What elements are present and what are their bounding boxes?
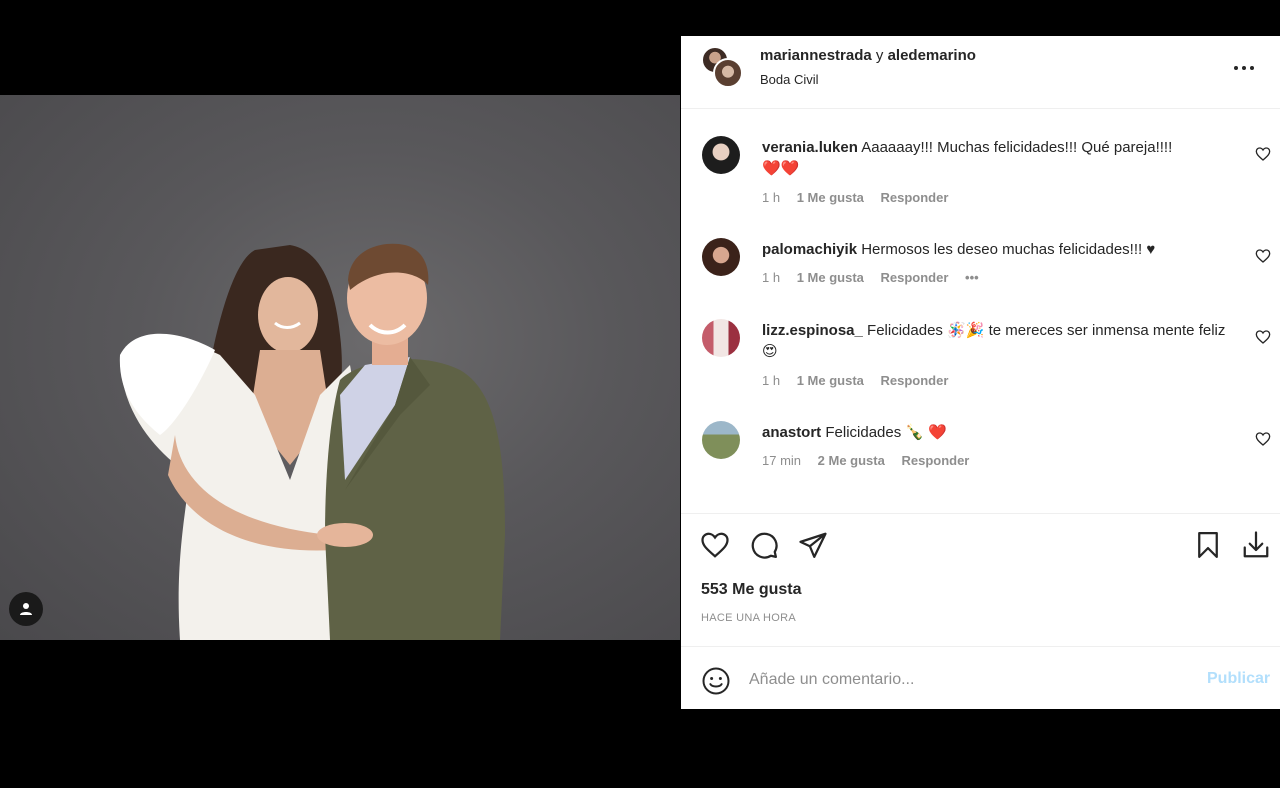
post-time[interactable]: HACE UNA HORA	[701, 612, 796, 624]
comment-username[interactable]: anastort	[762, 424, 821, 441]
heart-icon[interactable]	[1255, 329, 1271, 345]
tagged-user-button[interactable]	[9, 592, 43, 626]
publish-button[interactable]: Publicar	[1207, 670, 1270, 688]
post-location[interactable]: Boda Civil	[760, 72, 819, 87]
heart-icon	[701, 532, 729, 558]
comment-time[interactable]: 1 h	[762, 190, 780, 205]
avatar[interactable]	[702, 421, 740, 459]
comment-text: Aaaaaay!!! Muchas felicidades!!! Qué par…	[861, 139, 1173, 156]
save-button[interactable]	[1193, 530, 1223, 560]
user-icon	[20, 603, 32, 615]
heart-icon[interactable]	[1255, 431, 1271, 447]
comment-text-block: anastort Felicidades 🍾 ❤️	[762, 422, 1242, 443]
author-conjunction: y	[875, 47, 884, 64]
reply-button[interactable]: Responder	[881, 190, 949, 205]
reply-button[interactable]: Responder	[881, 270, 949, 285]
comment-text: Hermosos les deseo muchas felicidades!!!…	[861, 241, 1156, 258]
post-authors: mariannestrada y aledemarino	[760, 47, 976, 64]
download-icon	[1243, 531, 1269, 558]
comment-input[interactable]	[749, 665, 1189, 695]
post-actions: 553 Me gusta HACE UNA HORA	[681, 513, 1280, 643]
comment-text-block: lizz.espinosa_ Felicidades 🪅🎉 te mereces…	[762, 320, 1242, 362]
comment-time[interactable]: 1 h	[762, 270, 780, 285]
comment-icon	[751, 532, 778, 559]
bookmark-icon	[1198, 532, 1218, 558]
download-button[interactable]	[1241, 530, 1271, 560]
like-button[interactable]	[700, 530, 730, 560]
comment-text: Felicidades 🍾 ❤️	[825, 424, 947, 441]
reply-button[interactable]: Responder	[901, 453, 969, 468]
comment-likes[interactable]: 1 Me gusta	[797, 190, 864, 205]
comment-button[interactable]	[749, 530, 779, 560]
avatar[interactable]	[702, 136, 740, 174]
author-link[interactable]: aledemarino	[888, 47, 976, 64]
comment-username[interactable]: lizz.espinosa_	[762, 322, 863, 339]
share-button[interactable]	[798, 530, 828, 560]
collab-avatars[interactable]	[701, 46, 743, 88]
comment-likes[interactable]: 1 Me gusta	[797, 373, 864, 388]
reply-button[interactable]: Responder	[881, 373, 949, 388]
comment-likes[interactable]: 2 Me gusta	[818, 453, 885, 468]
post-photo[interactable]	[0, 95, 680, 640]
more-options-button[interactable]	[1229, 58, 1259, 78]
emoji-button[interactable]	[701, 666, 731, 696]
avatar[interactable]	[702, 238, 740, 276]
author-link[interactable]: mariannestrada	[760, 47, 872, 64]
more-options-icon	[1234, 66, 1254, 70]
comment-emoji: ❤️❤️	[762, 160, 800, 177]
heart-icon[interactable]	[1255, 146, 1271, 162]
post-side-panel: mariannestrada y aledemarino Boda Civil …	[681, 36, 1280, 709]
post-header: mariannestrada y aledemarino Boda Civil	[681, 36, 1280, 109]
comment-time[interactable]: 17 min	[762, 453, 801, 468]
comment-username[interactable]: verania.luken	[762, 139, 858, 156]
comments-list[interactable]: verania.luken Aaaaaay!!! Muchas felicida…	[681, 110, 1280, 513]
avatar	[713, 58, 743, 88]
comment-time[interactable]: 1 h	[762, 373, 780, 388]
likes-count[interactable]: 553 Me gusta	[701, 581, 801, 599]
avatar[interactable]	[702, 319, 740, 357]
comment-meta: 1 h 1 Me gusta Responder	[762, 373, 961, 388]
emoji-icon	[702, 667, 730, 695]
comment-more-button[interactable]: •••	[965, 270, 979, 285]
comment-likes[interactable]: 1 Me gusta	[797, 270, 864, 285]
comment-username[interactable]: palomachiyik	[762, 241, 857, 258]
comment-meta: 1 h 1 Me gusta Responder	[762, 190, 961, 205]
comment-text-block: verania.luken Aaaaaay!!! Muchas felicida…	[762, 137, 1242, 179]
couple-photo-image	[119, 243, 505, 640]
comment-meta: 1 h 1 Me gusta Responder •••	[762, 270, 992, 285]
send-icon	[799, 532, 827, 558]
comment-text-block: palomachiyik Hermosos les deseo muchas f…	[762, 239, 1242, 260]
heart-icon[interactable]	[1255, 248, 1271, 264]
comment-meta: 17 min 2 Me gusta Responder	[762, 453, 982, 468]
add-comment-bar: Publicar	[681, 646, 1280, 709]
